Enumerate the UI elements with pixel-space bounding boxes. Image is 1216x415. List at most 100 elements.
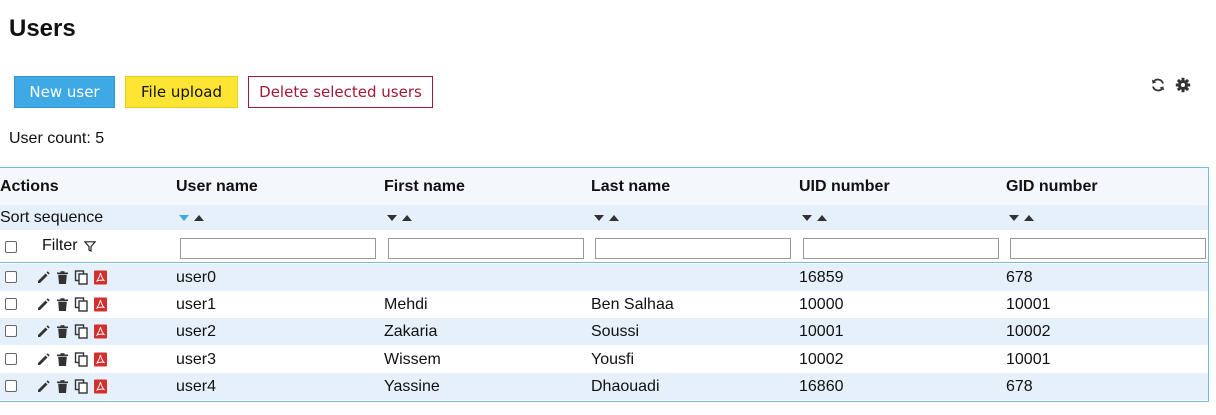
select-all-checkbox[interactable] <box>5 241 17 253</box>
column-header-firstname[interactable]: First name <box>384 168 465 205</box>
sort-desc-lastname-icon[interactable] <box>594 214 604 221</box>
row-actions <box>36 264 108 291</box>
sort-asc-uid-icon[interactable] <box>817 214 827 221</box>
column-header-username[interactable]: User name <box>176 168 258 205</box>
cell-uid: 10002 <box>799 350 844 368</box>
cell-lastname: Yousfi <box>591 350 634 368</box>
sort-desc-firstname-icon[interactable] <box>387 214 397 221</box>
sort-desc-gid-icon[interactable] <box>1009 214 1019 221</box>
sort-controls-uid <box>802 205 827 230</box>
page-title: Users <box>9 15 76 42</box>
cell-firstname: Mehdi <box>384 295 428 313</box>
sort-controls-firstname <box>387 205 412 230</box>
filter-lastname-input[interactable] <box>595 238 791 259</box>
cell-username: user2 <box>176 322 217 340</box>
cell-username: user0 <box>176 268 217 286</box>
trash-icon[interactable] <box>55 324 70 339</box>
cell-firstname: Wissem <box>384 350 441 368</box>
sort-asc-username-icon[interactable] <box>194 214 204 221</box>
cell-gid: 678 <box>1006 268 1033 286</box>
refresh-icon[interactable] <box>1150 77 1166 93</box>
sort-desc-username-icon[interactable] <box>179 214 189 221</box>
user-count: User count: 5 <box>9 130 105 147</box>
cell-username: user4 <box>176 377 217 395</box>
file-upload-button[interactable]: File upload <box>125 76 238 108</box>
cell-uid: 10000 <box>799 295 844 313</box>
new-user-button[interactable]: New user <box>14 76 115 108</box>
column-header-gid[interactable]: GID number <box>1006 168 1098 205</box>
sort-asc-lastname-icon[interactable] <box>609 214 619 221</box>
pdf-icon[interactable] <box>93 270 108 285</box>
sort-desc-uid-icon[interactable] <box>802 214 812 221</box>
filter-label-group: Filter <box>42 230 96 262</box>
filter-label: Filter <box>42 237 78 254</box>
sort-controls-gid <box>1009 205 1034 230</box>
row-actions <box>36 291 108 318</box>
users-table: Actions User name First name Last name U… <box>0 167 1209 402</box>
copy-icon[interactable] <box>74 352 89 367</box>
filter-firstname-input[interactable] <box>388 238 584 259</box>
trash-icon[interactable] <box>55 379 70 394</box>
copy-icon[interactable] <box>74 324 89 339</box>
row-actions <box>36 373 108 400</box>
pdf-icon[interactable] <box>93 324 108 339</box>
row-actions <box>36 346 108 373</box>
edit-icon[interactable] <box>36 297 51 312</box>
pdf-icon[interactable] <box>93 352 108 367</box>
cell-username: user3 <box>176 350 217 368</box>
table-row: user3 Wissem Yousfi 10002 10001 <box>0 346 1208 373</box>
cell-gid: 10002 <box>1006 322 1051 340</box>
edit-icon[interactable] <box>36 379 51 394</box>
column-header-uid[interactable]: UID number <box>799 168 890 205</box>
edit-icon[interactable] <box>36 270 51 285</box>
cell-lastname: Ben Salhaa <box>591 295 674 313</box>
cell-uid: 10001 <box>799 322 844 340</box>
table-row: user0 16859 678 <box>0 264 1208 291</box>
row-select-checkbox[interactable] <box>5 325 17 337</box>
sort-controls-lastname <box>594 205 619 230</box>
row-select-checkbox[interactable] <box>5 380 17 392</box>
row-actions <box>36 318 108 345</box>
copy-icon[interactable] <box>74 379 89 394</box>
cell-gid: 10001 <box>1006 295 1051 313</box>
filter-icon <box>83 240 96 252</box>
copy-icon[interactable] <box>74 297 89 312</box>
column-header-lastname[interactable]: Last name <box>591 168 670 205</box>
gear-icon[interactable] <box>1175 77 1191 93</box>
cell-lastname: Dhaouadi <box>591 377 660 395</box>
edit-icon[interactable] <box>36 324 51 339</box>
sort-asc-gid-icon[interactable] <box>1024 214 1034 221</box>
filter-row: Filter <box>0 230 1208 263</box>
cell-gid: 10001 <box>1006 350 1051 368</box>
filter-gid-input[interactable] <box>1010 238 1206 259</box>
pdf-icon[interactable] <box>93 379 108 394</box>
cell-firstname: Yassine <box>384 377 440 395</box>
row-select-checkbox[interactable] <box>5 353 17 365</box>
sort-sequence-row: Sort sequence <box>0 205 1208 230</box>
row-select-checkbox[interactable] <box>5 271 17 283</box>
cell-uid: 16859 <box>799 268 844 286</box>
table-row: user1 Mehdi Ben Salhaa 10000 10001 <box>0 291 1208 318</box>
cell-lastname: Soussi <box>591 322 640 340</box>
row-select-checkbox[interactable] <box>5 298 17 310</box>
filter-username-input[interactable] <box>180 238 376 259</box>
table-header-row: Actions User name First name Last name U… <box>0 168 1208 205</box>
cell-gid: 678 <box>1006 377 1033 395</box>
sort-sequence-label: Sort sequence <box>0 208 104 226</box>
trash-icon[interactable] <box>55 352 70 367</box>
column-header-actions: Actions <box>0 177 59 195</box>
pdf-icon[interactable] <box>93 297 108 312</box>
cell-uid: 16860 <box>799 377 844 395</box>
edit-icon[interactable] <box>36 352 51 367</box>
cell-firstname: Zakaria <box>384 322 438 340</box>
trash-icon[interactable] <box>55 297 70 312</box>
sort-controls-username <box>179 205 204 230</box>
copy-icon[interactable] <box>74 270 89 285</box>
table-row: user4 Yassine Dhaouadi 16860 678 <box>0 373 1208 400</box>
delete-selected-users-button[interactable]: Delete selected users <box>248 76 433 108</box>
trash-icon[interactable] <box>55 270 70 285</box>
sort-asc-firstname-icon[interactable] <box>402 214 412 221</box>
table-row: user2 Zakaria Soussi 10001 10002 <box>0 318 1208 345</box>
filter-uid-input[interactable] <box>803 238 999 259</box>
cell-username: user1 <box>176 295 217 313</box>
